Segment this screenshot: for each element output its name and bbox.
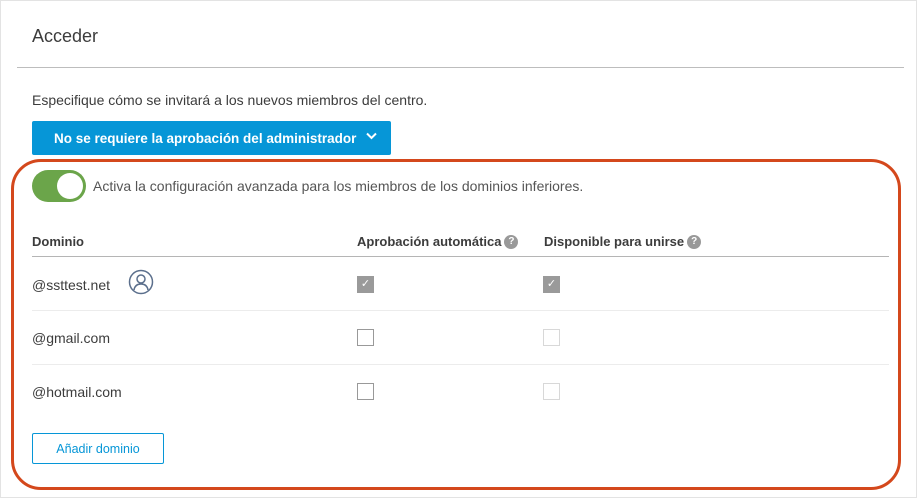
help-icon[interactable]: ? (504, 234, 519, 249)
help-icon[interactable]: ? (687, 234, 702, 249)
header-available: Disponible para unirse? (544, 234, 702, 249)
access-card: Acceder Especifique cómo se invitará a l… (0, 0, 917, 498)
page-title: Acceder (32, 26, 99, 46)
auto-approval-checkbox[interactable]: ✓ (357, 276, 374, 293)
header-domain-label: Dominio (32, 234, 84, 249)
auto-approval-checkbox[interactable] (357, 383, 374, 400)
approval-dropdown-value: No se requiere la aprobación del adminis… (54, 130, 357, 146)
approval-dropdown[interactable]: No se requiere la aprobación del adminis… (32, 121, 391, 155)
advanced-settings-toggle[interactable] (32, 170, 86, 202)
header-available-label: Disponible para unirse (544, 234, 685, 249)
row-divider (32, 364, 889, 365)
description: Especifique cómo se invitará a los nuevo… (32, 92, 428, 108)
advanced-settings-label: Activa la configuración avanzada para lo… (93, 178, 584, 194)
chevron-down-icon (366, 128, 377, 143)
available-checkbox[interactable]: ✓ (543, 276, 560, 293)
domain-name: @gmail.com (32, 330, 111, 346)
domain-name: @ssttest.net (32, 277, 111, 293)
header-divider (32, 256, 889, 257)
available-checkbox (543, 329, 560, 346)
toggle-knob (57, 173, 83, 199)
header-domain: Dominio (32, 234, 84, 249)
available-checkbox (543, 383, 560, 400)
auto-approval-checkbox[interactable] (357, 329, 374, 346)
divider (17, 67, 904, 68)
row-divider (32, 310, 889, 311)
header-auto-approval: Aprobación automática? (357, 234, 519, 249)
domain-name: @hotmail.com (32, 384, 122, 400)
add-domain-button[interactable]: Añadir dominio (32, 433, 164, 464)
header-auto-approval-label: Aprobación automática (357, 234, 502, 249)
user-icon (128, 269, 154, 300)
